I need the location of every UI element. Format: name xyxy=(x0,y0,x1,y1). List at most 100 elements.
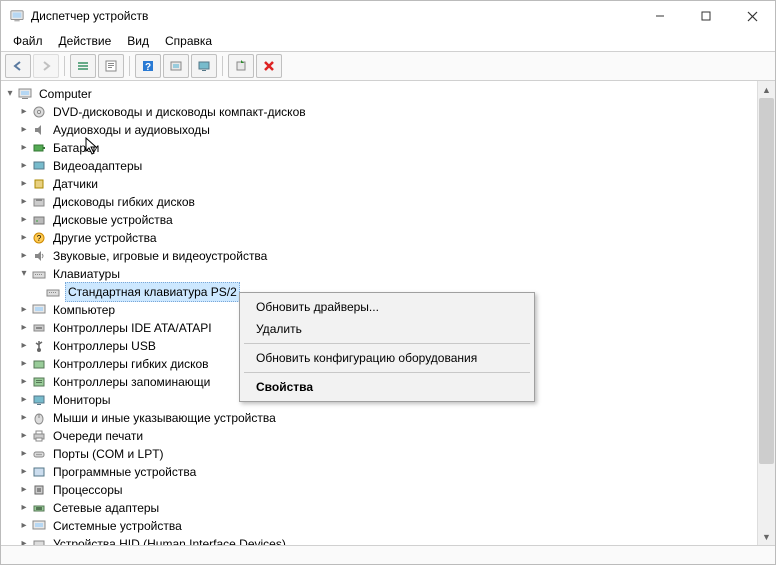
mouse-icon xyxy=(31,410,47,426)
dvd-icon xyxy=(31,104,47,120)
expand-icon[interactable]: ▸ xyxy=(17,337,31,355)
tree-item-sensors[interactable]: ▸Датчики xyxy=(3,175,757,193)
expand-icon[interactable]: ▸ xyxy=(17,193,31,211)
tree-item-sys[interactable]: ▸Системные устройства xyxy=(3,517,757,535)
back-button[interactable] xyxy=(5,54,31,78)
tree-item-keyboards[interactable]: ▾Клавиатуры xyxy=(3,265,757,283)
maximize-button[interactable] xyxy=(683,1,729,31)
menu-file[interactable]: Файл xyxy=(5,32,51,50)
tree-item-net[interactable]: ▸Сетевые адаптеры xyxy=(3,499,757,517)
disk-icon xyxy=(31,212,47,228)
hid-icon xyxy=(31,536,47,545)
network-icon xyxy=(31,500,47,516)
expand-icon[interactable]: ▸ xyxy=(17,463,31,481)
forward-button[interactable] xyxy=(33,54,59,78)
expand-icon[interactable]: ▸ xyxy=(17,103,31,121)
expand-icon[interactable]: ▸ xyxy=(17,535,31,545)
toolbar-scan-icon[interactable] xyxy=(163,54,189,78)
toolbar-delete-icon[interactable] xyxy=(256,54,282,78)
menu-help[interactable]: Справка xyxy=(157,32,220,50)
other-icon: ? xyxy=(31,230,47,246)
scroll-down-icon[interactable]: ▼ xyxy=(758,528,775,545)
expand-icon[interactable]: ▸ xyxy=(17,391,31,409)
tree-item-cpu[interactable]: ▸Процессоры xyxy=(3,481,757,499)
collapse-icon[interactable]: ▾ xyxy=(3,85,17,103)
menu-view[interactable]: Вид xyxy=(119,32,157,50)
toolbar-properties-icon[interactable] xyxy=(98,54,124,78)
toolbar-help-icon[interactable]: ? xyxy=(135,54,161,78)
storage-controller-icon xyxy=(31,374,47,390)
port-icon xyxy=(31,446,47,462)
keyboard-icon xyxy=(31,266,47,282)
tree-item-mice[interactable]: ▸Мыши и иные указывающие устройства xyxy=(3,409,757,427)
tree-item-battery[interactable]: ▸Батареи xyxy=(3,139,757,157)
ctx-scan-hardware[interactable]: Обновить конфигурацию оборудования xyxy=(242,347,532,369)
computer-icon xyxy=(17,86,33,102)
tree-item-ports[interactable]: ▸Порты (COM и LPT) xyxy=(3,445,757,463)
cpu-icon xyxy=(31,482,47,498)
tree-item-disk[interactable]: ▸Дисковые устройства xyxy=(3,211,757,229)
software-icon xyxy=(31,464,47,480)
separator xyxy=(244,372,530,373)
tree-item-print[interactable]: ▸Очереди печати xyxy=(3,427,757,445)
tree-item-dvd[interactable]: ▸DVD-дисководы и дисководы компакт-диско… xyxy=(3,103,757,121)
controller-icon xyxy=(31,320,47,336)
tree-root-label: Computer xyxy=(37,85,94,103)
expand-icon[interactable]: ▸ xyxy=(17,139,31,157)
tree-item-video[interactable]: ▸Видеоадаптеры xyxy=(3,157,757,175)
tree-item-other[interactable]: ▸?Другие устройства xyxy=(3,229,757,247)
vertical-scrollbar[interactable]: ▲ ▼ xyxy=(757,81,775,545)
expand-icon[interactable]: ▸ xyxy=(17,247,31,265)
tree-root[interactable]: ▾ Computer xyxy=(3,85,757,103)
expand-icon[interactable]: ▸ xyxy=(17,175,31,193)
speaker-icon xyxy=(31,122,47,138)
collapse-icon[interactable]: ▾ xyxy=(17,265,31,283)
sensor-icon xyxy=(31,176,47,192)
close-button[interactable] xyxy=(729,1,775,31)
toolbar-list-icon[interactable] xyxy=(70,54,96,78)
ctx-update-drivers[interactable]: Обновить драйверы... xyxy=(242,296,532,318)
expand-icon[interactable]: ▸ xyxy=(17,301,31,319)
expand-icon[interactable]: ▸ xyxy=(17,517,31,535)
expand-icon[interactable]: ▸ xyxy=(17,157,31,175)
expand-icon[interactable]: ▸ xyxy=(17,481,31,499)
tree-item-sound[interactable]: ▸Звуковые, игровые и видеоустройства xyxy=(3,247,757,265)
expand-icon[interactable]: ▸ xyxy=(17,499,31,517)
expand-icon[interactable]: ▸ xyxy=(17,319,31,337)
expand-icon[interactable]: ▸ xyxy=(17,121,31,139)
ctx-delete[interactable]: Удалить xyxy=(242,318,532,340)
scroll-thumb[interactable] xyxy=(759,98,774,464)
tree-item-hid[interactable]: ▸Устройства HID (Human Interface Devices… xyxy=(3,535,757,545)
context-menu: Обновить драйверы... Удалить Обновить ко… xyxy=(239,292,535,402)
floppy-icon xyxy=(31,194,47,210)
toolbar-monitor-icon[interactable] xyxy=(191,54,217,78)
minimize-button[interactable] xyxy=(637,1,683,31)
app-icon xyxy=(9,8,25,24)
floppy-controller-icon xyxy=(31,356,47,372)
svg-text:?: ? xyxy=(145,62,151,73)
expand-icon[interactable]: ▸ xyxy=(17,427,31,445)
printer-icon xyxy=(31,428,47,444)
tree-item-soft[interactable]: ▸Программные устройства xyxy=(3,463,757,481)
window-title: Диспетчер устройств xyxy=(31,9,148,23)
separator xyxy=(244,343,530,344)
statusbar xyxy=(1,545,775,564)
usb-icon xyxy=(31,338,47,354)
display-adapter-icon xyxy=(31,158,47,174)
titlebar: Диспетчер устройств xyxy=(1,1,775,31)
expand-icon[interactable]: ▸ xyxy=(17,229,31,247)
menu-action[interactable]: Действие xyxy=(51,32,120,50)
scroll-up-icon[interactable]: ▲ xyxy=(758,81,775,98)
ctx-properties[interactable]: Свойства xyxy=(242,376,532,398)
keyboard-icon xyxy=(45,284,61,300)
expand-icon[interactable]: ▸ xyxy=(17,373,31,391)
expand-icon[interactable]: ▸ xyxy=(17,211,31,229)
expand-icon[interactable]: ▸ xyxy=(17,445,31,463)
tree-item-audio[interactable]: ▸Аудиовходы и аудиовыходы xyxy=(3,121,757,139)
tree-item-floppy[interactable]: ▸Дисководы гибких дисков xyxy=(3,193,757,211)
toolbar-enable-icon[interactable] xyxy=(228,54,254,78)
expand-icon[interactable]: ▸ xyxy=(17,355,31,373)
expand-icon[interactable]: ▸ xyxy=(17,409,31,427)
menubar: Файл Действие Вид Справка xyxy=(1,31,775,51)
sound-icon xyxy=(31,248,47,264)
